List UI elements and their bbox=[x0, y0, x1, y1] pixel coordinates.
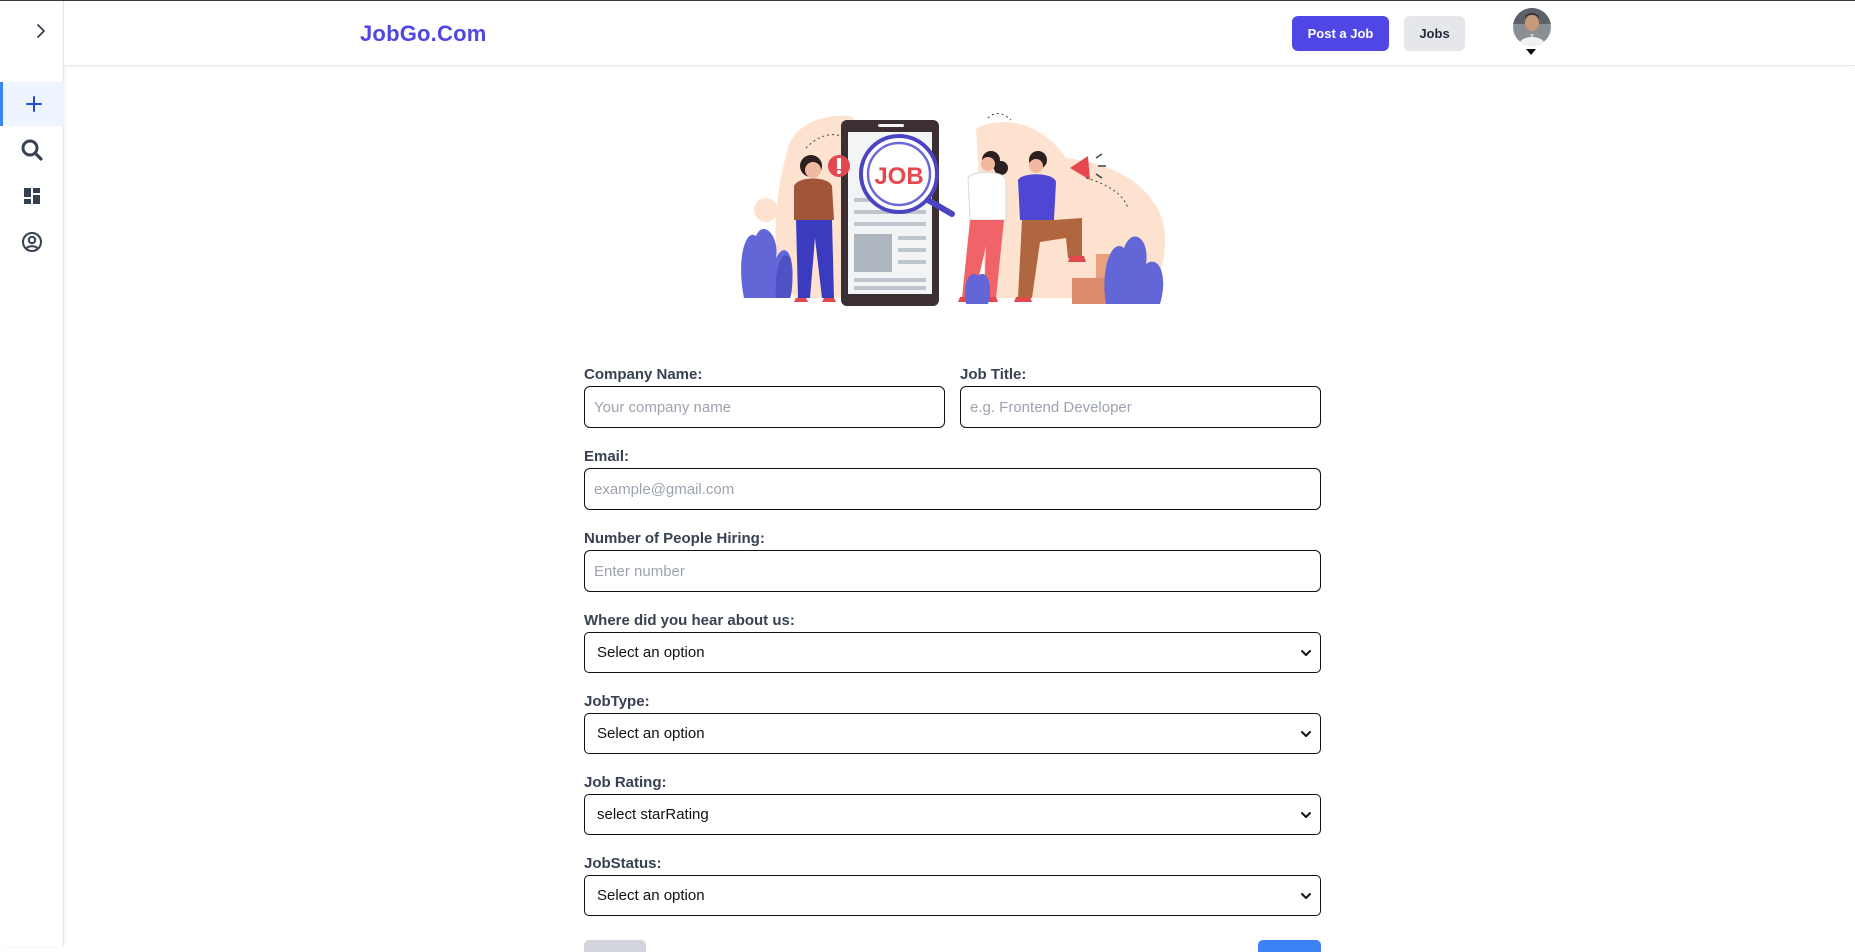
email-label: Email: bbox=[584, 448, 630, 465]
sidebar-item-search[interactable] bbox=[0, 128, 64, 172]
top-navbar: JobGo.Com Post a Job Jobs bbox=[64, 1, 1855, 66]
job-type-label: JobType: bbox=[584, 693, 650, 710]
job-type-select[interactable]: Select an option bbox=[584, 713, 1321, 754]
hear-about-select[interactable]: Select an option bbox=[584, 632, 1321, 673]
search-icon bbox=[21, 139, 43, 161]
brand-logo[interactable]: JobGo.Com bbox=[360, 21, 486, 47]
job-search-illustration: JOB bbox=[736, 108, 1170, 308]
sidebar-item-post-job[interactable] bbox=[0, 82, 64, 126]
company-name-input[interactable] bbox=[584, 386, 945, 428]
avatar-photo bbox=[1513, 8, 1551, 46]
back-button[interactable] bbox=[584, 940, 646, 952]
hear-about-label: Where did you hear about us: bbox=[584, 612, 795, 629]
chevron-down-icon bbox=[1301, 812, 1311, 818]
email-field[interactable] bbox=[584, 468, 1321, 510]
chevron-down-icon bbox=[1301, 893, 1311, 899]
hear-about-selected: Select an option bbox=[597, 644, 705, 661]
job-rating-select[interactable]: select starRating bbox=[584, 794, 1321, 835]
chevron-right-icon bbox=[37, 24, 45, 38]
job-type-selected: Select an option bbox=[597, 725, 705, 742]
sidebar-toggle-button[interactable] bbox=[30, 17, 52, 45]
submit-button[interactable] bbox=[1258, 940, 1321, 952]
sidebar-item-profile[interactable] bbox=[0, 220, 64, 264]
job-title-input[interactable] bbox=[960, 386, 1321, 428]
plus-icon bbox=[25, 96, 42, 112]
job-title-label: Job Title: bbox=[960, 366, 1027, 383]
user-circle-icon bbox=[22, 232, 42, 252]
job-status-select[interactable]: Select an option bbox=[584, 875, 1321, 916]
job-rating-label: Job Rating: bbox=[584, 774, 667, 791]
sidebar bbox=[0, 1, 64, 946]
chevron-down-icon bbox=[1301, 731, 1311, 737]
jobs-button[interactable]: Jobs bbox=[1404, 16, 1465, 51]
company-name-label: Company Name: bbox=[584, 366, 703, 383]
people-hiring-label: Number of People Hiring: bbox=[584, 530, 765, 547]
svg-text:JOB: JOB bbox=[874, 163, 923, 190]
job-status-selected: Select an option bbox=[597, 887, 705, 904]
chevron-down-icon bbox=[1301, 650, 1311, 656]
sidebar-item-dashboard[interactable] bbox=[0, 174, 64, 218]
chevron-down-icon[interactable] bbox=[1526, 49, 1536, 55]
dashboard-icon bbox=[24, 188, 40, 204]
people-hiring-input[interactable] bbox=[584, 550, 1321, 592]
avatar[interactable] bbox=[1513, 8, 1551, 46]
post-job-button[interactable]: Post a Job bbox=[1292, 16, 1389, 51]
job-rating-selected: select starRating bbox=[597, 806, 709, 823]
job-status-label: JobStatus: bbox=[584, 855, 662, 872]
